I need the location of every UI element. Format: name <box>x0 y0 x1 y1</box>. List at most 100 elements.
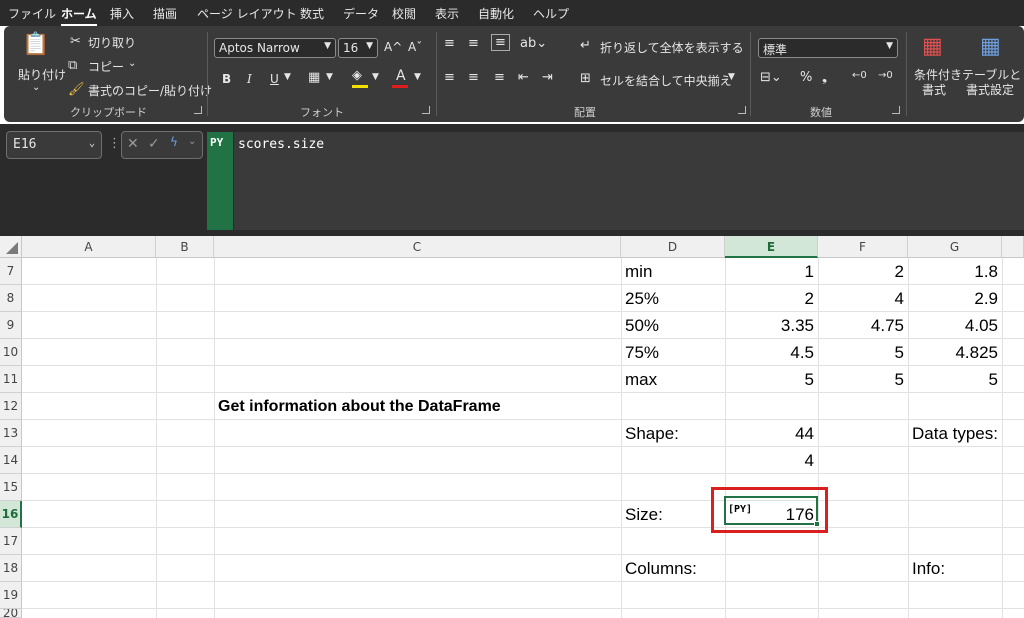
name-box[interactable]: E16 ⌄ <box>6 131 102 159</box>
cell-f10[interactable]: 5 <box>818 339 908 366</box>
column-header-b[interactable]: B <box>156 236 214 258</box>
column-header-f[interactable]: F <box>818 236 908 258</box>
cell-e11[interactable]: 5 <box>725 366 818 393</box>
python-insert-icon[interactable]: ϟ <box>170 135 178 149</box>
row-header-14[interactable]: 14 <box>0 447 22 474</box>
select-all-button[interactable] <box>0 236 22 258</box>
format-as-table-icon[interactable]: ▦ <box>980 34 1001 59</box>
tab-automate[interactable]: 自動化 <box>478 5 514 22</box>
tab-file[interactable]: ファイル <box>8 5 56 22</box>
column-header-d[interactable]: D <box>621 236 725 258</box>
decrease-decimal-icon[interactable]: →0 <box>878 70 893 81</box>
cut-icon[interactable]: ✂ <box>70 34 81 49</box>
clipboard-launcher-icon[interactable] <box>194 106 202 114</box>
border-icon[interactable]: ▦ <box>308 70 320 85</box>
paste-chevron-icon[interactable]: ⌄ <box>32 82 40 93</box>
alignment-launcher-icon[interactable] <box>738 106 746 114</box>
cell-e7[interactable]: 1 <box>725 258 818 285</box>
shrink-font-button[interactable]: Aˇ <box>408 40 422 54</box>
wrap-text-icon[interactable]: ↵ <box>580 38 591 53</box>
copy-button[interactable]: コピー <box>88 58 124 75</box>
border-chevron-icon[interactable]: ▼ <box>326 72 333 82</box>
cell-d13[interactable]: Shape: <box>621 420 725 447</box>
cell-g9[interactable]: 4.05 <box>908 312 1002 339</box>
row-header-15[interactable]: 15 <box>0 474 22 501</box>
tab-data[interactable]: データ <box>343 5 379 22</box>
row-header-7[interactable]: 7 <box>0 258 22 285</box>
conditional-format-button-line2[interactable]: 書式 <box>922 81 946 98</box>
cell-f7[interactable]: 2 <box>818 258 908 285</box>
python-mode-badge[interactable]: PY <box>207 132 233 230</box>
cell-d16[interactable]: Size: <box>621 501 725 528</box>
tab-view[interactable]: 表示 <box>435 5 459 22</box>
formula-chevron-icon[interactable]: ⌄ <box>188 136 196 147</box>
copy-chevron-icon[interactable]: ⌄ <box>128 58 136 69</box>
align-right-icon[interactable]: ≡ <box>494 70 505 85</box>
cell-f9[interactable]: 4.75 <box>818 312 908 339</box>
copy-icon[interactable]: ⧉ <box>68 58 77 73</box>
comma-style-icon[interactable]: ❟ <box>822 70 827 85</box>
column-header-a[interactable]: A <box>22 236 156 258</box>
cell-g13[interactable]: Data types: <box>908 420 1024 447</box>
paste-button[interactable]: 貼り付け <box>18 66 66 83</box>
font-size-select[interactable]: 16 ▼ <box>338 38 378 58</box>
merge-chevron-icon[interactable]: ▼ <box>728 72 735 82</box>
wrap-text-button[interactable]: 折り返して全体を表示する <box>600 39 744 56</box>
more-options-icon[interactable]: ⋮ <box>108 136 121 151</box>
cell-d8[interactable]: 25% <box>621 285 725 312</box>
paste-icon[interactable]: 📋 <box>22 32 50 60</box>
row-header-13[interactable]: 13 <box>0 420 22 447</box>
font-launcher-icon[interactable] <box>422 106 430 114</box>
tab-help[interactable]: ヘルプ <box>533 5 569 22</box>
format-as-table-button-line2[interactable]: 書式設定 <box>966 81 1014 98</box>
cell-f8[interactable]: 4 <box>818 285 908 312</box>
grow-font-button[interactable]: A^ <box>384 40 402 54</box>
cancel-icon[interactable]: ✕ <box>127 136 139 152</box>
formula-input[interactable]: scores.size <box>234 132 1024 230</box>
increase-decimal-icon[interactable]: ←0 <box>852 70 867 81</box>
underline-button[interactable]: U <box>270 72 279 86</box>
cell-e10[interactable]: 4.5 <box>725 339 818 366</box>
align-bottom-icon[interactable]: ≡ <box>491 34 510 51</box>
tab-insert[interactable]: 挿入 <box>110 5 134 22</box>
row-header-12[interactable]: 12 <box>0 393 22 420</box>
cell-d9[interactable]: 50% <box>621 312 725 339</box>
row-header-19[interactable]: 19 <box>0 582 22 609</box>
cell-d18[interactable]: Columns: <box>621 555 725 582</box>
format-painter-button[interactable]: 書式のコピー/貼り付け <box>88 82 212 99</box>
align-left-icon[interactable]: ≡ <box>444 70 455 85</box>
align-middle-icon[interactable]: ≡ <box>468 36 479 51</box>
cell-g8[interactable]: 2.9 <box>908 285 1002 312</box>
decrease-indent-icon[interactable]: ⇤ <box>518 70 529 85</box>
cut-button[interactable]: 切り取り <box>88 34 136 51</box>
align-top-icon[interactable]: ≡ <box>444 36 455 51</box>
increase-indent-icon[interactable]: ⇥ <box>542 70 553 85</box>
cell-e14[interactable]: 4 <box>725 447 818 474</box>
font-name-select[interactable]: Aptos Narrow ▼ <box>214 38 336 58</box>
worksheet-grid[interactable]: A B C D E F G 7 8 9 10 11 12 13 14 15 16… <box>0 236 1024 618</box>
cell-e8[interactable]: 2 <box>725 285 818 312</box>
tab-draw[interactable]: 描画 <box>153 5 177 22</box>
merge-center-button[interactable]: セルを結合して中央揃え <box>600 72 732 89</box>
row-header-16[interactable]: 16 <box>0 501 22 528</box>
underline-chevron-icon[interactable]: ▼ <box>284 72 291 82</box>
cell-c12[interactable]: Get information about the DataFrame <box>214 393 621 420</box>
row-header-20[interactable]: 20 <box>0 609 22 618</box>
fill-color-icon[interactable]: ◈ <box>352 68 362 83</box>
column-header-c[interactable]: C <box>214 236 621 258</box>
format-painter-icon[interactable]: 🖌 <box>68 82 85 97</box>
row-header-8[interactable]: 8 <box>0 285 22 312</box>
row-header-9[interactable]: 9 <box>0 312 22 339</box>
fill-color-chevron-icon[interactable]: ▼ <box>372 72 379 82</box>
orientation-icon[interactable]: ab⌄ <box>520 36 547 51</box>
merge-center-icon[interactable]: ⊞ <box>580 71 591 86</box>
cell-g11[interactable]: 5 <box>908 366 1002 393</box>
accounting-format-icon[interactable]: ⊟⌄ <box>760 70 782 85</box>
conditional-format-icon[interactable]: ▦ <box>922 34 943 59</box>
align-center-icon[interactable]: ≡ <box>468 70 479 85</box>
percent-icon[interactable]: % <box>800 70 812 85</box>
font-color-icon[interactable]: A <box>396 68 406 84</box>
enter-icon[interactable]: ✓ <box>148 136 160 152</box>
cell-d7[interactable]: min <box>621 258 725 285</box>
cell-d11[interactable]: max <box>621 366 725 393</box>
